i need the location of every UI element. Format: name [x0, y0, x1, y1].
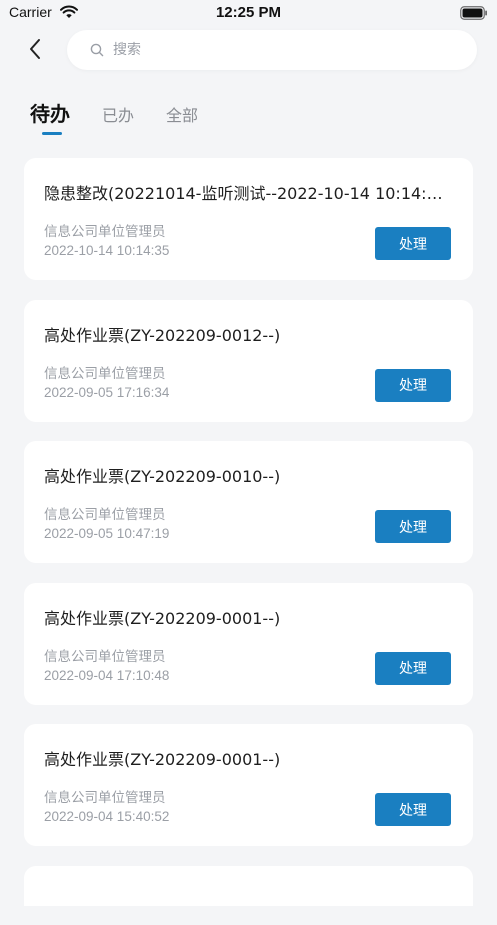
task-org: 信息公司单位管理员 — [44, 790, 166, 806]
tab-done[interactable]: 已办 — [102, 96, 134, 126]
task-card[interactable]: 高处作业票(ZY-202209-0001--) 信息公司单位管理员 2022-0… — [24, 724, 473, 846]
active-tab-indicator — [42, 132, 62, 135]
task-time: 2022-10-14 10:14:35 — [44, 243, 170, 258]
task-time: 2022-09-04 17:10:48 — [44, 667, 170, 683]
task-time: 2022-09-05 10:47:19 — [44, 526, 170, 541]
tab-bar: 待办 已办 全部 — [30, 96, 230, 140]
task-title: 隐患整改(20221014-监听测试--2022-10-14 10:14:35) — [44, 184, 444, 203]
search-bar[interactable] — [67, 30, 477, 70]
search-icon — [89, 42, 105, 58]
task-list: 隐患整改(20221014-监听测试--2022-10-14 10:14:35)… — [24, 158, 473, 925]
task-card[interactable]: 高处作业票(ZY-202209-0001--) 信息公司单位管理员 2022-0… — [24, 582, 473, 705]
task-card-partial[interactable] — [24, 865, 473, 906]
task-title: 高处作业票(ZY-202209-0001--) — [44, 750, 281, 769]
process-button[interactable]: 处理 — [375, 368, 451, 402]
task-title: 高处作业票(ZY-202209-0010--) — [44, 467, 281, 486]
top-navigation — [0, 30, 497, 72]
tab-label: 待办 — [30, 102, 70, 126]
status-bar: Carrier 12:25 PM — [0, 0, 497, 26]
task-org: 信息公司单位管理员 — [44, 365, 166, 382]
search-input[interactable] — [111, 41, 455, 59]
task-card[interactable]: 高处作业票(ZY-202209-0012--) 信息公司单位管理员 2022-0… — [24, 299, 473, 422]
tab-todo[interactable]: 待办 — [30, 96, 70, 135]
task-title: 高处作业票(ZY-202209-0001--) — [44, 608, 281, 628]
process-button[interactable]: 处理 — [375, 510, 451, 543]
chevron-left-icon — [28, 38, 42, 64]
battery-icon — [460, 5, 488, 20]
task-org: 信息公司单位管理员 — [44, 507, 166, 523]
task-title: 高处作业票(ZY-202209-0012--) — [44, 325, 281, 345]
back-button[interactable] — [20, 36, 50, 66]
task-card[interactable]: 隐患整改(20221014-监听测试--2022-10-14 10:14:35)… — [24, 158, 473, 280]
task-time: 2022-09-04 15:40:52 — [44, 809, 170, 824]
task-card[interactable]: 高处作业票(ZY-202209-0010--) 信息公司单位管理员 2022-0… — [24, 441, 473, 563]
process-button[interactable]: 处理 — [375, 227, 451, 260]
process-button[interactable]: 处理 — [375, 651, 451, 685]
status-time: 12:25 PM — [215, 4, 282, 21]
task-org: 信息公司单位管理员 — [44, 224, 166, 240]
task-time: 2022-09-05 17:16:34 — [44, 384, 170, 400]
task-org: 信息公司单位管理员 — [44, 648, 166, 665]
tab-label: 已办 — [102, 106, 135, 125]
process-button[interactable]: 处理 — [375, 793, 451, 826]
tab-label: 全部 — [166, 106, 199, 125]
tab-all[interactable]: 全部 — [166, 96, 198, 126]
